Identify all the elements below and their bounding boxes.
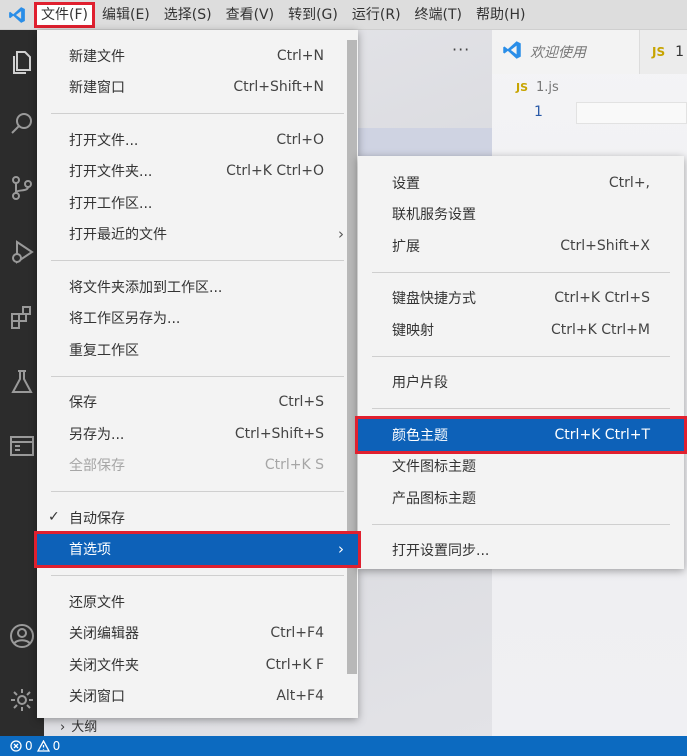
breadcrumb-file: 1.js	[536, 80, 559, 95]
menu-separator	[51, 491, 344, 492]
menu-item-new-window[interactable]: 新建窗口 Ctrl+Shift+N	[37, 72, 358, 104]
testing-icon[interactable]	[6, 366, 38, 398]
search-icon[interactable]	[6, 108, 38, 140]
preferences-submenu: 设置 Ctrl+, 联机服务设置 扩展 Ctrl+Shift+X 键盘快捷方式 Ctr…	[355, 156, 687, 569]
menu-item-user-snippets[interactable]: 用户片段	[358, 367, 684, 399]
menu-item-revert-file[interactable]: 还原文件	[37, 586, 358, 618]
menu-view[interactable]: 查看(V)	[219, 0, 282, 30]
problems-indicator[interactable]: 0 0	[10, 739, 60, 753]
source-control-icon[interactable]	[6, 172, 38, 204]
menu-item-open-workspace[interactable]: 打开工作区...	[37, 187, 358, 219]
tab-welcome[interactable]: 欢迎使用	[492, 30, 640, 74]
line-number: 1	[534, 104, 543, 120]
menu-item-save-all: 全部保存 Ctrl+K S	[69, 457, 324, 475]
chevron-right-icon: ›	[338, 539, 344, 558]
menu-item-preferences[interactable]: 首选项 ›	[34, 530, 361, 568]
checkmark-icon: ✓	[48, 509, 60, 525]
js-file-icon: JS	[652, 45, 666, 59]
menu-item-duplicate-workspace[interactable]: 重复工作区	[37, 334, 358, 366]
more-actions-icon[interactable]: ···	[452, 40, 470, 59]
vscode-logo-icon	[0, 0, 34, 30]
menu-go[interactable]: 转到(G)	[281, 0, 345, 30]
extensions-icon[interactable]	[6, 302, 38, 334]
menu-separator	[372, 355, 670, 357]
menu-scrollbar[interactable]	[347, 40, 357, 674]
menu-item-keymaps[interactable]: 键映射 Ctrl+K Ctrl+M	[358, 314, 684, 346]
run-debug-icon[interactable]	[6, 236, 38, 268]
menu-separator	[51, 575, 344, 576]
menu-separator	[51, 260, 344, 261]
tab-welcome-label: 欢迎使用	[530, 45, 586, 61]
status-bar: 0 0	[0, 736, 687, 756]
current-line-highlight[interactable]	[576, 102, 687, 124]
menu-edit[interactable]: 编辑(E)	[95, 0, 157, 30]
menu-item-online-services-settings[interactable]: 联机服务设置	[358, 199, 684, 231]
menu-item-file-icon-theme[interactable]: 文件图标主题	[358, 451, 684, 483]
menu-separator	[372, 523, 670, 525]
menu-run[interactable]: 运行(R)	[345, 0, 408, 30]
menu-separator	[51, 375, 344, 377]
menu-separator	[372, 408, 670, 409]
menu-selection[interactable]: 选择(S)	[157, 0, 219, 30]
warning-icon	[36, 740, 50, 752]
warning-count: 0	[52, 739, 61, 753]
menu-separator	[51, 113, 344, 114]
menu-item-turn-on-settings-sync[interactable]: 打开设置同步...	[358, 535, 684, 567]
menu-item-auto-save[interactable]: ✓ 自动保存	[37, 502, 358, 534]
js-file-icon: JS	[516, 81, 529, 94]
menu-item-product-icon-theme[interactable]: 产品图标主题	[358, 482, 684, 514]
tab-js-label: 1	[675, 44, 685, 60]
menu-item-new-file[interactable]: 新建文件 Ctrl+N	[37, 40, 358, 72]
menu-item-open-file[interactable]: 打开文件... Ctrl+O	[37, 124, 358, 156]
remote-explorer-icon[interactable]	[6, 430, 38, 462]
menu-bar: 文件(F) 编辑(E) 选择(S) 查看(V) 转到(G) 运行(R) 终端(T…	[0, 0, 687, 30]
tab-js-file[interactable]: JS 1	[640, 30, 684, 74]
error-count: 0	[25, 739, 33, 753]
file-menu: 新建文件 Ctrl+N 新建窗口 Ctrl+Shift+N 打开文件... Ctrl+…	[34, 30, 361, 718]
menu-item-settings[interactable]: 设置 Ctrl+,	[358, 167, 684, 199]
menu-file[interactable]: 文件(F)	[34, 1, 95, 28]
menu-terminal[interactable]: 终端(T)	[408, 0, 469, 30]
breadcrumb[interactable]: JS 1.js	[516, 80, 559, 95]
error-icon	[10, 740, 22, 752]
editor-tab-bar: 欢迎使用 JS 1	[492, 30, 687, 74]
vscode-logo-icon	[502, 40, 522, 64]
menu-item-open-recent[interactable]: 打开最近的文件 ›	[37, 219, 358, 251]
menu-item-color-theme[interactable]: 颜色主题 Ctrl+K Ctrl+T	[355, 416, 687, 454]
sidebar-selected-row	[358, 128, 492, 158]
explorer-icon[interactable]	[6, 46, 38, 78]
menu-item-close-window[interactable]: 关闭窗口 Alt+F4	[37, 681, 358, 713]
menu-item-open-folder[interactable]: 打开文件夹... Ctrl+K Ctrl+O	[37, 156, 358, 188]
menu-item-save[interactable]: 保存 Ctrl+S	[37, 387, 358, 419]
menu-item-add-folder-to-workspace[interactable]: 将文件夹添加到工作区...	[37, 271, 358, 303]
menu-item-save-as[interactable]: 另存为... Ctrl+Shift+S	[37, 418, 358, 450]
menu-item-keyboard-shortcuts[interactable]: 键盘快捷方式 Ctrl+K Ctrl+S	[358, 283, 684, 315]
menu-separator	[372, 271, 670, 273]
manage-gear-icon[interactable]	[6, 684, 38, 716]
menu-item-close-editor[interactable]: 关闭编辑器 Ctrl+F4	[37, 618, 358, 650]
outline-section-label[interactable]: › 大纲	[60, 716, 97, 735]
account-icon[interactable]	[6, 620, 38, 652]
menu-item-close-folder[interactable]: 关闭文件夹 Ctrl+K F	[37, 649, 358, 681]
menu-help[interactable]: 帮助(H)	[469, 0, 532, 30]
chevron-right-icon: ›	[338, 224, 344, 243]
menu-item-extensions[interactable]: 扩展 Ctrl+Shift+X	[358, 230, 684, 262]
menu-item-save-workspace-as[interactable]: 将工作区另存为...	[37, 303, 358, 335]
